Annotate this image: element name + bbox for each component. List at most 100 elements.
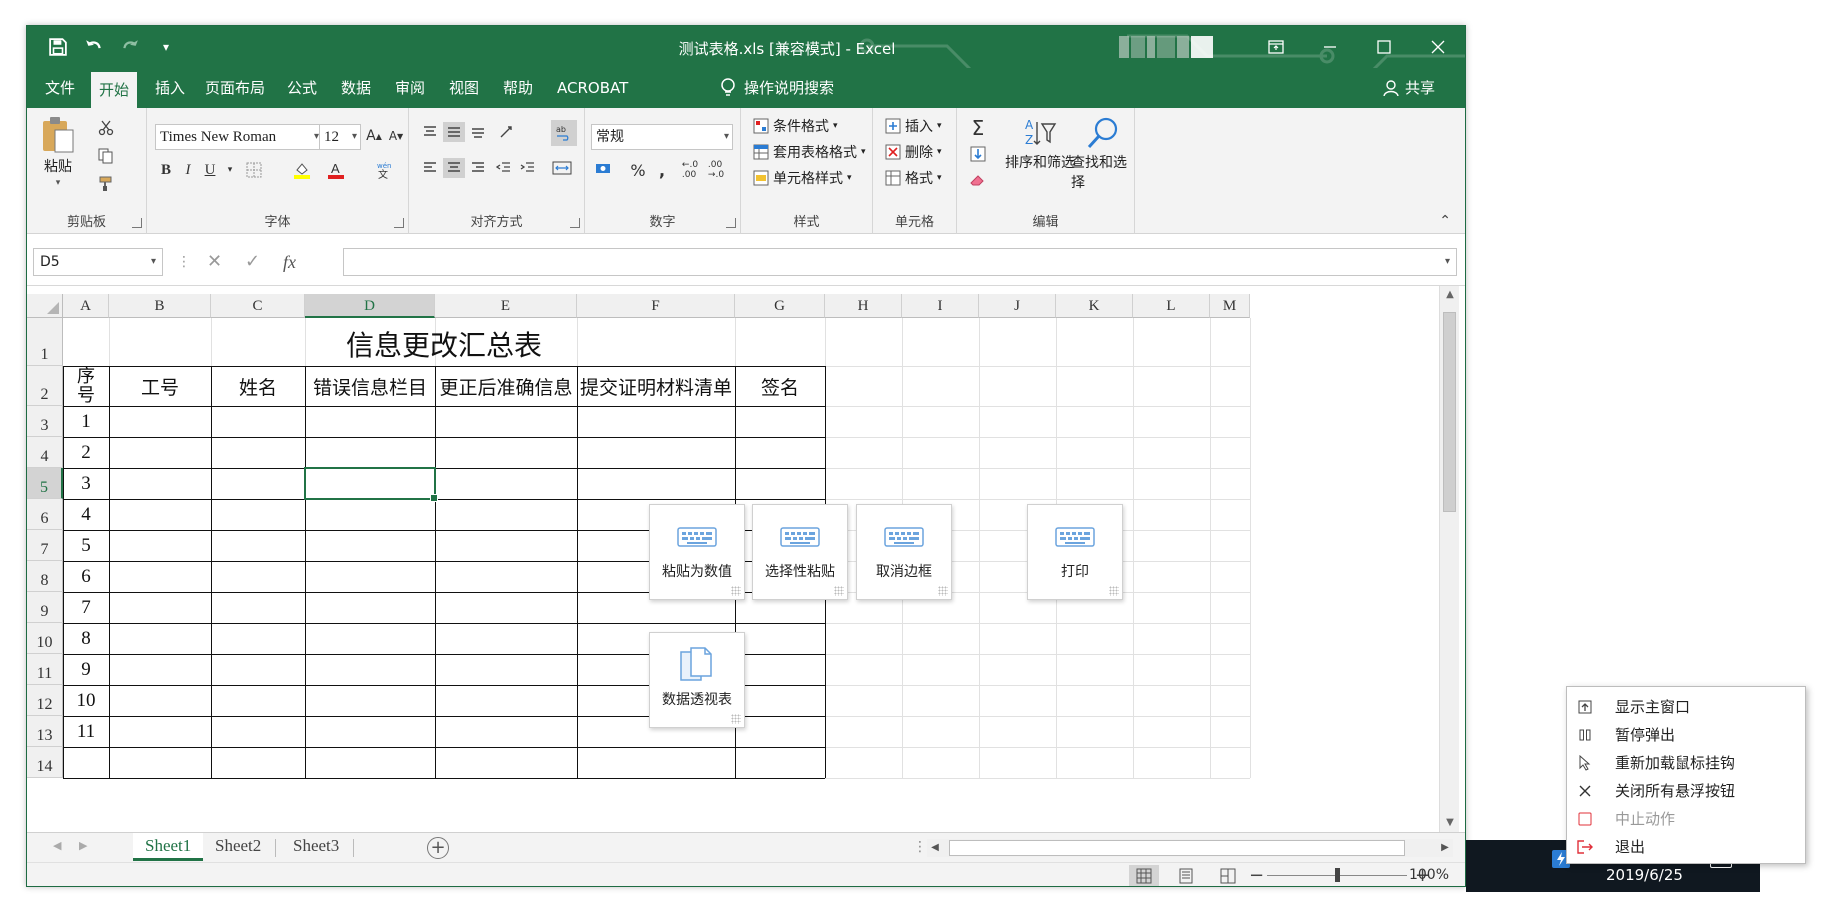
number-launcher-icon[interactable] <box>726 218 736 228</box>
table-serial-cell[interactable]: 1 <box>63 406 109 437</box>
find-select-button[interactable]: 查找和选择 <box>1071 116 1134 192</box>
prev-sheet-icon[interactable]: ◀ <box>53 839 61 852</box>
cell-styles-button[interactable]: 单元格样式 ▾ <box>753 168 852 188</box>
add-sheet-button[interactable]: + <box>427 837 449 859</box>
percent-button[interactable]: % <box>627 160 649 180</box>
maximize-icon[interactable] <box>1357 26 1411 68</box>
insert-cells-button[interactable]: 插入 ▾ <box>885 116 942 136</box>
italic-button[interactable]: I <box>177 160 199 180</box>
horizontal-scroll-thumb[interactable] <box>949 840 1405 856</box>
menu-item-exit[interactable]: 退出 <box>1567 833 1805 861</box>
column-header[interactable]: B <box>109 294 211 318</box>
table-header-cell[interactable]: 提交证明材料清单 <box>577 366 735 406</box>
zoom-out-button[interactable]: − <box>1249 865 1264 886</box>
confirm-entry-icon[interactable]: ✓ <box>245 248 260 276</box>
sort-filter-button[interactable]: AZ 排序和筛选 <box>1005 116 1075 172</box>
align-bottom-icon[interactable] <box>467 122 489 142</box>
close-icon[interactable] <box>1411 26 1465 68</box>
font-name-select[interactable]: Times New Roman ▾ <box>155 124 323 150</box>
vertical-scroll-thumb[interactable] <box>1443 312 1456 512</box>
align-middle-icon[interactable] <box>443 122 465 142</box>
table-serial-cell[interactable]: 2 <box>63 437 109 468</box>
align-center-icon[interactable] <box>443 158 465 178</box>
table-serial-cell[interactable]: 8 <box>63 623 109 654</box>
table-serial-cell[interactable]: 7 <box>63 592 109 623</box>
borders-icon[interactable] <box>243 160 265 180</box>
table-serial-cell[interactable]: 4 <box>63 499 109 530</box>
decrease-decimal-icon[interactable]: .00 →.0 <box>705 160 727 180</box>
column-header[interactable]: I <box>902 294 979 318</box>
select-all-button[interactable] <box>27 294 63 318</box>
resize-grip-icon[interactable] <box>731 586 741 596</box>
column-header[interactable]: K <box>1056 294 1133 318</box>
next-sheet-icon[interactable]: ▶ <box>79 839 87 852</box>
font-size-select[interactable]: 12 ▾ <box>319 124 361 150</box>
underline-button[interactable]: U <box>199 160 221 180</box>
row-header[interactable]: 2 <box>27 366 63 406</box>
horizontal-scrollbar[interactable]: ◀ ▶ <box>927 839 1453 857</box>
float-button-paste-values[interactable]: 粘贴为数值 <box>649 504 745 600</box>
scroll-left-icon[interactable]: ◀ <box>927 839 943 857</box>
name-box[interactable]: D5 ▾ <box>33 248 163 276</box>
wrap-text-icon[interactable]: ab <box>551 120 577 146</box>
column-header[interactable]: H <box>825 294 902 318</box>
menu-item-reload-mouse-hook[interactable]: 重新加载鼠标挂钩 <box>1567 749 1805 777</box>
column-header[interactable]: F <box>577 294 735 318</box>
increase-decimal-icon[interactable]: ←.0.00 <box>679 160 701 180</box>
redo-icon[interactable] <box>115 34 145 60</box>
active-cell[interactable] <box>304 467 438 502</box>
share-button[interactable]: 共享 <box>1383 68 1435 108</box>
orientation-icon[interactable] <box>497 122 519 142</box>
font-color-icon[interactable]: A <box>325 160 347 180</box>
collapse-ribbon-icon[interactable]: ⌃ <box>1439 213 1451 229</box>
bold-button[interactable]: B <box>155 160 177 180</box>
tab-view[interactable]: 视图 <box>441 68 487 108</box>
row-header[interactable]: 13 <box>27 716 63 747</box>
table-header-cell[interactable]: 更正后准确信息 <box>435 366 577 406</box>
column-header[interactable]: A <box>63 294 109 318</box>
table-header-cell[interactable]: 序号 <box>63 366 109 406</box>
zoom-level[interactable]: 100% <box>1409 867 1449 883</box>
row-header[interactable]: 10 <box>27 623 63 654</box>
vertical-scrollbar[interactable]: ▲ ▼ <box>1439 286 1459 832</box>
tab-acrobat[interactable]: ACROBAT <box>549 68 636 108</box>
row-header[interactable]: 9 <box>27 592 63 623</box>
account-avatar[interactable] <box>1119 30 1239 64</box>
comma-button[interactable]: , <box>651 160 673 180</box>
alignment-launcher-icon[interactable] <box>570 218 580 228</box>
save-icon[interactable] <box>43 34 73 60</box>
menu-item-pause-popup[interactable]: 暂停弹出 <box>1567 721 1805 749</box>
paste-button[interactable]: 粘贴 ▾ <box>41 116 75 188</box>
page-layout-view-icon[interactable] <box>1171 865 1201 886</box>
scroll-right-icon[interactable]: ▶ <box>1437 839 1453 857</box>
column-header[interactable]: C <box>211 294 305 318</box>
format-painter-icon[interactable] <box>95 174 117 194</box>
clear-icon[interactable] <box>967 170 989 190</box>
menu-item-show-main-window[interactable]: 显示主窗口 <box>1567 693 1805 721</box>
scroll-up-icon[interactable]: ▲ <box>1440 286 1460 304</box>
table-header-cell[interactable]: 错误信息栏目 <box>305 366 435 406</box>
table-serial-cell[interactable]: 5 <box>63 530 109 561</box>
increase-font-size-icon[interactable]: A ▲ <box>363 126 385 146</box>
tab-page-layout[interactable]: 页面布局 <box>197 68 273 108</box>
formula-input[interactable]: ▾ <box>343 248 1457 276</box>
row-header[interactable]: 6 <box>27 499 63 530</box>
table-header-cell[interactable]: 姓名 <box>211 366 305 406</box>
sheet-tab-3[interactable]: Sheet3 <box>281 833 351 861</box>
row-header[interactable]: 12 <box>27 685 63 716</box>
tray-date[interactable]: 2019/6/25 <box>1606 866 1683 884</box>
row-header[interactable]: 4 <box>27 437 63 468</box>
resize-grip-icon[interactable] <box>938 586 948 596</box>
column-header[interactable]: J <box>979 294 1056 318</box>
minimize-icon[interactable] <box>1303 26 1357 68</box>
undo-icon[interactable] <box>79 34 109 60</box>
sheet-tab-2[interactable]: Sheet2 <box>203 833 273 861</box>
column-header[interactable]: G <box>735 294 825 318</box>
tab-split-grip-icon[interactable]: ⋮ <box>913 839 927 855</box>
phonetic-icon[interactable]: wén 文 <box>373 160 395 180</box>
fill-icon[interactable] <box>967 144 989 164</box>
format-as-table-button[interactable]: 套用表格格式 ▾ <box>753 142 866 162</box>
float-button-remove-borders[interactable]: 取消边框 <box>856 504 952 600</box>
float-button-paste-special[interactable]: 选择性粘贴 <box>752 504 848 600</box>
fill-color-icon[interactable] <box>291 160 313 180</box>
